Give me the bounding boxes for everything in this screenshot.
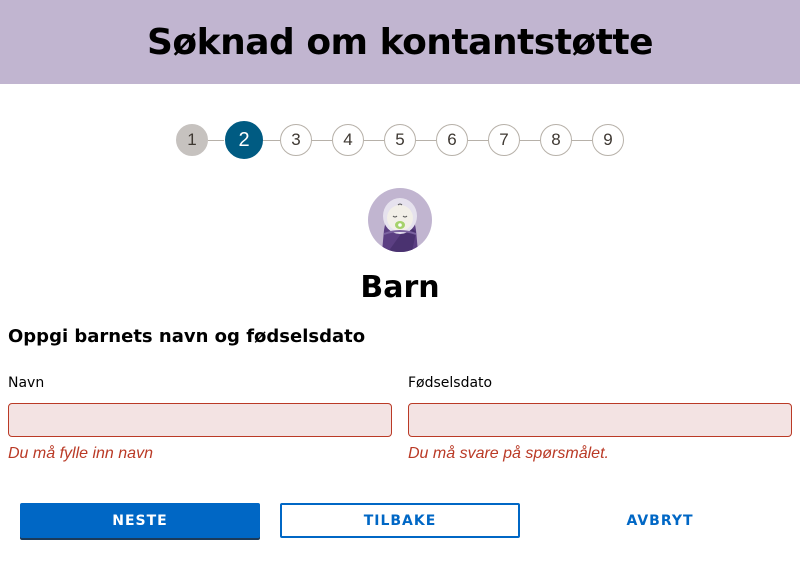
birthdate-input[interactable] (408, 403, 792, 437)
step-1[interactable]: 1 (176, 124, 208, 156)
step-3: 3 (280, 124, 312, 156)
birthdate-error: Du må svare på spørsmålet. (408, 445, 609, 462)
step-connector (312, 140, 332, 141)
next-button[interactable]: NESTE (20, 503, 260, 538)
step-7: 7 (488, 124, 520, 156)
page-title: Søknad om kontantstøtte (147, 21, 653, 63)
step-connector (468, 140, 488, 141)
name-input[interactable] (8, 403, 392, 437)
birthdate-label: Fødselsdato (408, 375, 493, 391)
step-8: 8 (540, 124, 572, 156)
step-connector (416, 140, 436, 141)
baby-avatar-icon (368, 188, 432, 252)
cancel-button[interactable]: AVBRYT (540, 503, 780, 538)
step-6: 6 (436, 124, 468, 156)
step-9: 9 (592, 124, 624, 156)
step-connector (364, 140, 384, 141)
step-4: 4 (332, 124, 364, 156)
back-button[interactable]: TILBAKE (280, 503, 520, 538)
step-connector (520, 140, 540, 141)
step-connector (262, 140, 280, 141)
form-question: Oppgi barnets navn og fødselsdato (8, 326, 366, 347)
step-indicator: 1 2 3 4 5 6 7 8 9 (0, 121, 800, 159)
step-5: 5 (384, 124, 416, 156)
step-connector (572, 140, 592, 141)
step-2: 2 (225, 121, 263, 159)
name-label: Navn (8, 375, 45, 391)
step-connector (208, 140, 224, 141)
name-error: Du må fylle inn navn (8, 445, 153, 462)
page-header: Søknad om kontantstøtte (0, 0, 800, 84)
section-title: Barn (360, 270, 440, 305)
